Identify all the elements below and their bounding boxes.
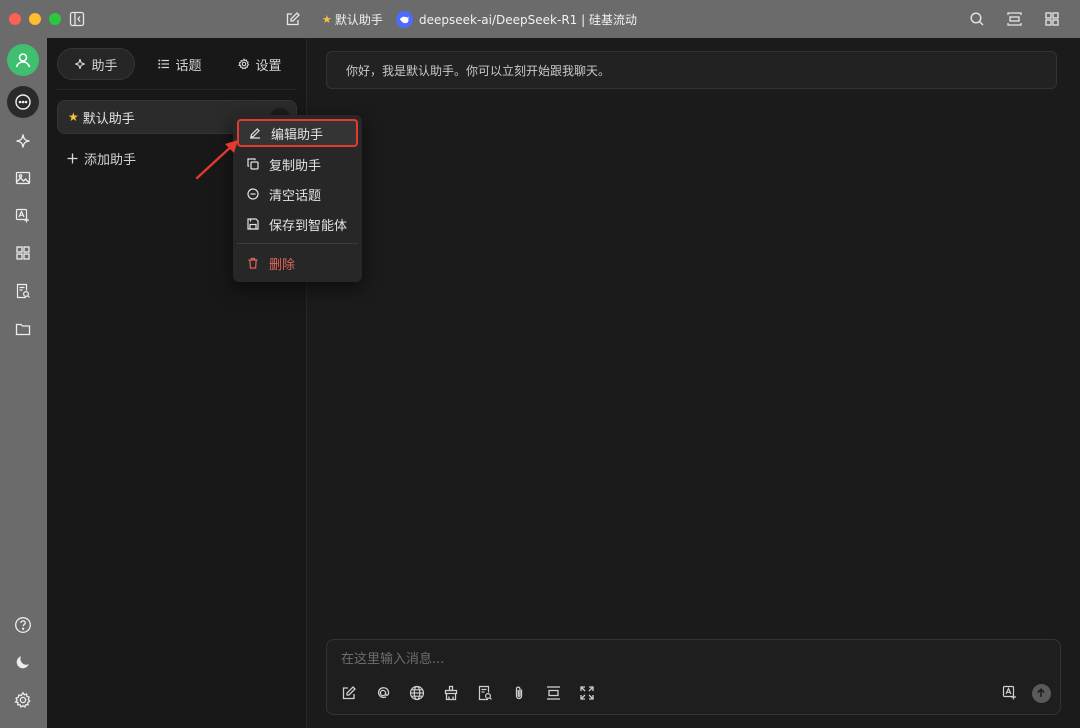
menu-item-save-to-agent[interactable]: 保存到智能体 (237, 210, 358, 238)
theme-moon-icon[interactable] (7, 646, 39, 678)
translate-nav-icon[interactable] (7, 200, 39, 232)
clear-broom-icon[interactable] (440, 682, 462, 704)
message-composer (326, 639, 1061, 715)
nav-rail (0, 38, 47, 728)
close-window-button[interactable] (9, 13, 21, 25)
model-title: deepseek-ai/DeepSeek-R1 | 硅基流动 (419, 12, 637, 27)
expand-arrows-icon[interactable] (576, 682, 598, 704)
star-icon: ★ (322, 12, 332, 26)
send-button[interactable] (1030, 682, 1052, 704)
menu-item-copy-assistant[interactable]: 复制助手 (237, 150, 358, 178)
assistant-name: 默认助手 (82, 111, 135, 127)
menu-divider (237, 243, 358, 244)
tab-assistants-label: 助手 (91, 58, 118, 74)
add-assistant-button[interactable]: 添加助手 (67, 148, 136, 168)
mention-at-icon[interactable] (372, 682, 394, 704)
sidebar-toggle-icon[interactable] (67, 9, 87, 29)
divider (57, 89, 296, 90)
knowledge-nav-icon[interactable] (7, 275, 39, 307)
apps-grid-icon[interactable] (1042, 9, 1062, 29)
star-icon: ★ (68, 110, 79, 124)
translate-input-icon[interactable] (999, 682, 1021, 704)
menu-item-label: 复制助手 (269, 158, 322, 174)
edit-pencil-icon (249, 127, 261, 139)
deepseek-logo-icon (396, 10, 413, 28)
settings-gear-icon[interactable] (7, 684, 39, 716)
save-icon (247, 218, 259, 230)
files-folder-icon[interactable] (7, 313, 39, 345)
sparkle-icon (74, 58, 86, 70)
new-chat-edit-icon[interactable] (283, 9, 303, 29)
copy-icon (247, 158, 259, 170)
title-bar: ★ 默认助手 deepseek-ai/DeepSeek-R1 | 硅基流动 (0, 0, 1080, 38)
narrow-layout-icon[interactable] (1004, 9, 1024, 29)
agents-sparkle-icon[interactable] (7, 125, 39, 157)
zoom-window-button[interactable] (49, 13, 61, 25)
menu-item-clear-topics[interactable]: 清空话题 (237, 180, 358, 208)
collapse-input-icon[interactable] (542, 682, 564, 704)
assistant-context-menu: 编辑助手 复制助手 清空话题 保存到智能体 删除 (233, 115, 362, 282)
user-avatar[interactable] (7, 44, 39, 76)
help-icon[interactable] (7, 609, 39, 641)
image-nav-icon[interactable] (7, 162, 39, 194)
knowledge-base-icon[interactable] (474, 682, 496, 704)
menu-item-label: 编辑助手 (271, 127, 324, 143)
tab-settings[interactable]: 设置 (223, 48, 297, 80)
gear-icon (238, 58, 250, 70)
assistant-chip[interactable]: ★ 默认助手 (322, 9, 383, 29)
model-selector[interactable]: deepseek-ai/DeepSeek-R1 | 硅基流动 (396, 9, 637, 29)
menu-item-label: 清空话题 (269, 188, 322, 204)
apps-nav-icon[interactable] (7, 237, 39, 269)
web-search-globe-icon[interactable] (406, 682, 428, 704)
new-topic-icon[interactable] (338, 682, 360, 704)
add-assistant-label: 添加助手 (84, 152, 137, 168)
message-input[interactable] (341, 649, 1031, 669)
menu-item-label: 删除 (269, 257, 296, 273)
search-icon[interactable] (967, 9, 987, 29)
annotation-arrow (195, 140, 238, 180)
welcome-message: 你好，我是默认助手。你可以立刻开始跟我聊天。 (326, 51, 1057, 89)
minus-circle-icon (247, 188, 259, 200)
welcome-text: 你好，我是默认助手。你可以立刻开始跟我聊天。 (346, 63, 611, 78)
tab-topics[interactable]: 话题 (143, 48, 217, 80)
chat-nav-icon[interactable] (7, 86, 39, 118)
send-arrow-icon (1031, 683, 1051, 703)
tab-settings-label: 设置 (255, 58, 282, 74)
assistant-chip-label: 默认助手 (334, 12, 383, 27)
attachment-paperclip-icon[interactable] (508, 682, 530, 704)
minimize-window-button[interactable] (29, 13, 41, 25)
chat-area: 你好，我是默认助手。你可以立刻开始跟我聊天。 (307, 38, 1080, 728)
menu-item-label: 保存到智能体 (269, 218, 348, 234)
tab-topics-label: 话题 (175, 58, 202, 74)
trash-icon (247, 257, 259, 269)
menu-item-edit-assistant[interactable]: 编辑助手 (237, 119, 358, 147)
plus-icon (67, 153, 78, 164)
tab-assistants[interactable]: 助手 (57, 48, 135, 80)
list-icon (158, 58, 170, 70)
menu-item-delete[interactable]: 删除 (237, 249, 358, 277)
